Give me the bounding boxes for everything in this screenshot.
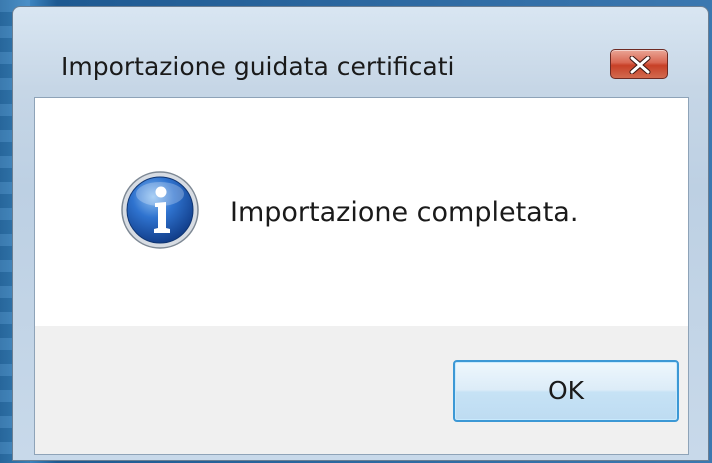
window-title: Importazione guidata certificati	[61, 52, 455, 81]
desktop-background: Importazione guidata certificati Importa…	[0, 0, 712, 463]
close-icon	[629, 56, 651, 74]
dialog-message: Importazione completata.	[230, 197, 579, 228]
dialog-window: Importazione guidata certificati Importa…	[12, 6, 709, 461]
dialog-client-area: Importazione completata. OK	[34, 97, 689, 455]
ok-button[interactable]: OK	[453, 360, 679, 422]
title-bar[interactable]: Importazione guidata certificati	[13, 7, 708, 97]
message-panel: Importazione completata.	[35, 98, 688, 326]
info-icon	[121, 171, 199, 249]
close-button[interactable]	[610, 49, 668, 79]
